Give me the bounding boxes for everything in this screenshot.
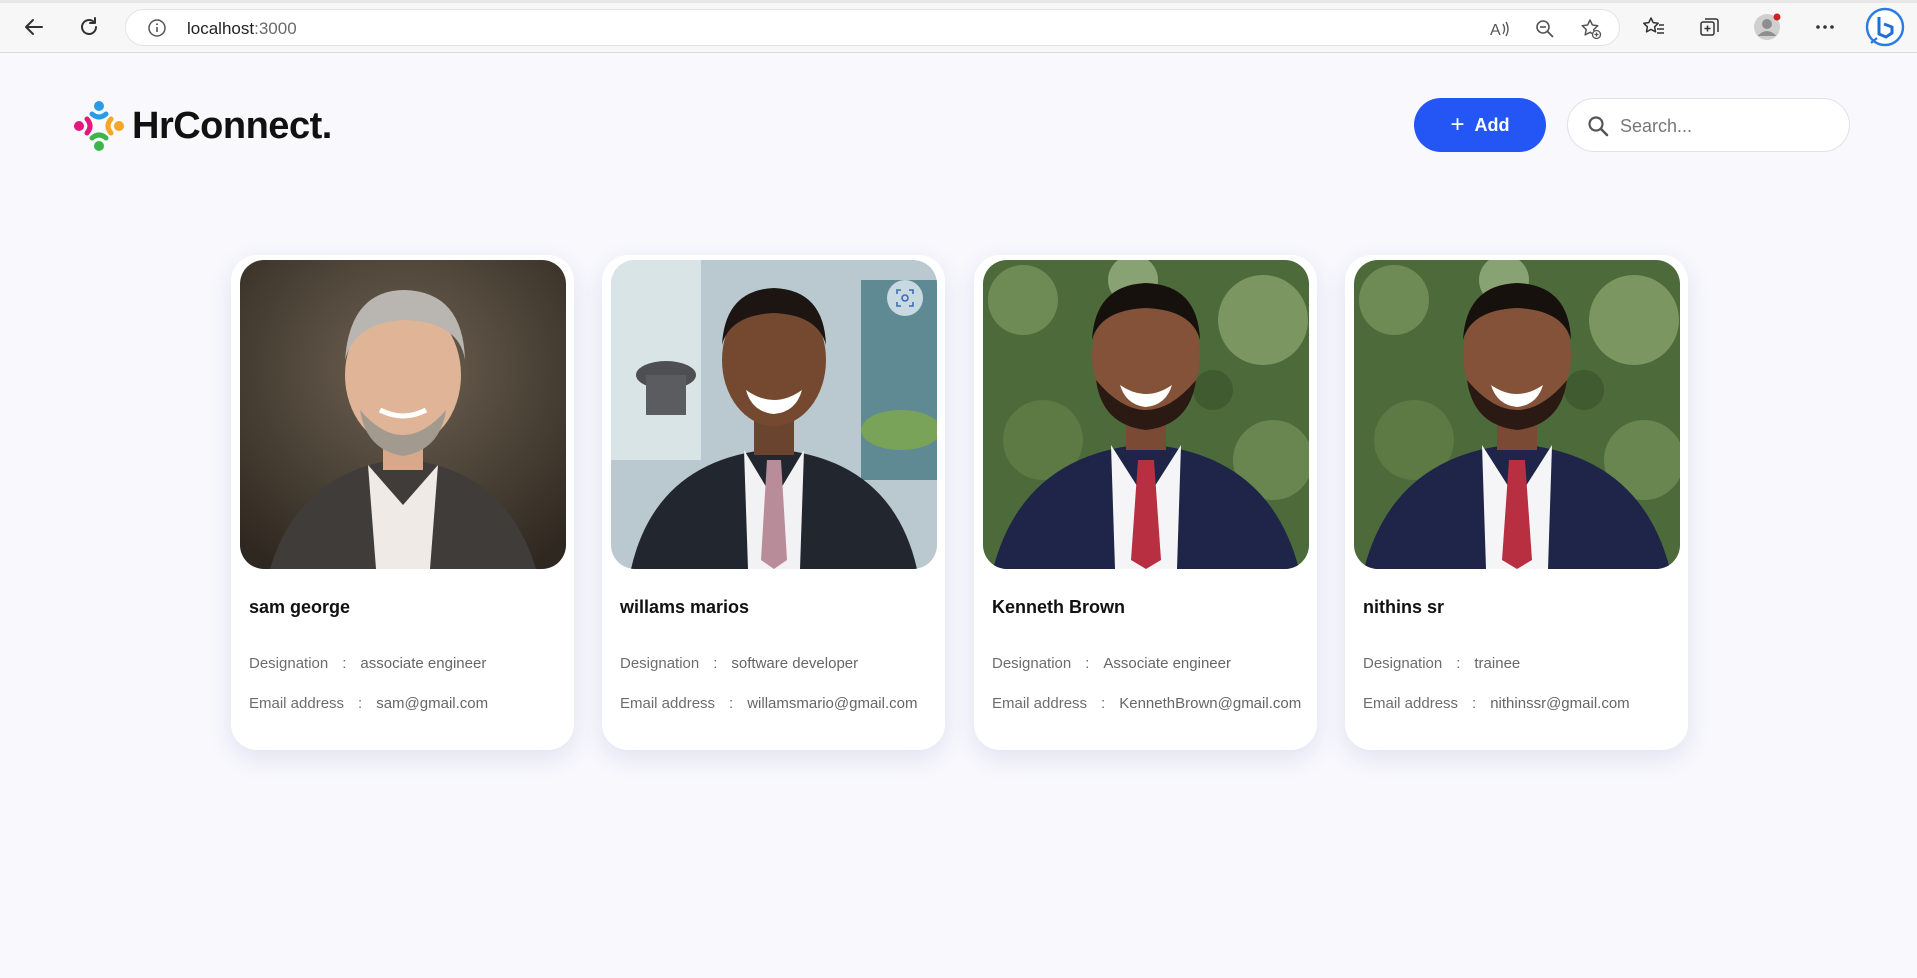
profile-avatar-icon[interactable] <box>1750 10 1784 44</box>
search-input[interactable] <box>1620 112 1835 140</box>
brand-name: HrConnect. <box>132 104 332 147</box>
visual-search-icon[interactable] <box>887 280 923 316</box>
refresh-icon[interactable] <box>72 10 106 44</box>
designation-row: Designation : trainee <box>1363 655 1520 672</box>
url-port: :3000 <box>254 19 297 38</box>
email-value: sam@gmail.com <box>376 695 489 712</box>
email-row: Email address : willamsmario@gmail.com <box>620 695 917 712</box>
email-label: Email address <box>1363 695 1459 712</box>
email-value: willamsmario@gmail.com <box>747 695 918 712</box>
employee-card[interactable]: willams marios Designation : software de… <box>602 255 945 750</box>
separator: : <box>713 655 718 672</box>
search-icon <box>1586 114 1610 138</box>
designation-label: Designation <box>249 655 329 672</box>
employee-name: sam george <box>249 597 351 617</box>
read-aloud-icon[interactable]: A <box>1488 17 1512 41</box>
employee-photo <box>611 260 937 569</box>
employee-photo <box>983 260 1309 569</box>
back-icon[interactable] <box>17 10 51 44</box>
separator: : <box>358 695 363 712</box>
info-icon[interactable] <box>148 19 166 37</box>
employee-card[interactable]: Kenneth Brown Designation : Associate en… <box>974 255 1317 750</box>
email-label: Email address <box>620 695 716 712</box>
employee-name: nithins sr <box>1363 597 1445 617</box>
employee-name: willams marios <box>620 597 750 617</box>
collections-icon[interactable] <box>1693 10 1727 44</box>
separator: : <box>1472 695 1477 712</box>
address-bar[interactable]: localhost:3000 A <box>125 9 1620 46</box>
designation-row: Designation : software developer <box>620 655 858 672</box>
add-employee-button[interactable]: + Add <box>1414 98 1546 152</box>
separator: : <box>342 655 347 672</box>
designation-value: associate engineer <box>360 655 487 672</box>
separator: : <box>1085 655 1090 672</box>
designation-label: Designation <box>992 655 1072 672</box>
url-text[interactable]: localhost:3000 <box>187 19 297 39</box>
tab-strip <box>0 0 1917 3</box>
plus-icon: + <box>1450 111 1465 138</box>
separator: : <box>729 695 734 712</box>
brand-logo[interactable]: HrConnect. <box>72 98 332 154</box>
separator: : <box>1456 655 1461 672</box>
favorites-icon[interactable] <box>1637 10 1671 44</box>
zoom-out-icon[interactable] <box>1533 17 1557 41</box>
designation-value: Associate engineer <box>1103 655 1231 672</box>
employee-card[interactable]: nithins sr Designation : trainee Email a… <box>1345 255 1688 750</box>
employee-photo <box>1354 260 1680 569</box>
designation-value: trainee <box>1474 655 1521 672</box>
add-favorite-icon[interactable] <box>1579 17 1603 41</box>
designation-label: Designation <box>620 655 700 672</box>
designation-row: Designation : associate engineer <box>249 655 486 672</box>
separator: : <box>1101 695 1106 712</box>
designation-label: Designation <box>1363 655 1443 672</box>
employee-card[interactable]: sam george Designation : associate engin… <box>231 255 574 750</box>
browser-toolbar: localhost:3000 A <box>0 0 1917 53</box>
add-button-label: Add <box>1474 114 1510 135</box>
bing-copilot-icon[interactable] <box>1864 6 1906 48</box>
employee-photo <box>240 260 566 569</box>
email-row: Email address : nithinssr@gmail.com <box>1363 695 1630 712</box>
hrconnect-logo-icon <box>72 99 126 153</box>
designation-row: Designation : Associate engineer <box>992 655 1231 672</box>
more-menu-icon[interactable] <box>1808 10 1842 44</box>
email-row: Email address : sam@gmail.com <box>249 695 488 712</box>
email-value: KennethBrown@gmail.com <box>1119 695 1302 712</box>
url-host: localhost <box>187 19 255 38</box>
email-value: nithinssr@gmail.com <box>1490 695 1630 712</box>
designation-value: software developer <box>731 655 859 672</box>
svg-text:A: A <box>1490 22 1501 39</box>
email-row: Email address : KennethBrown@gmail.com <box>992 695 1301 712</box>
search-box[interactable] <box>1567 98 1850 152</box>
email-label: Email address <box>249 695 345 712</box>
email-label: Email address <box>992 695 1088 712</box>
employee-name: Kenneth Brown <box>992 597 1125 617</box>
